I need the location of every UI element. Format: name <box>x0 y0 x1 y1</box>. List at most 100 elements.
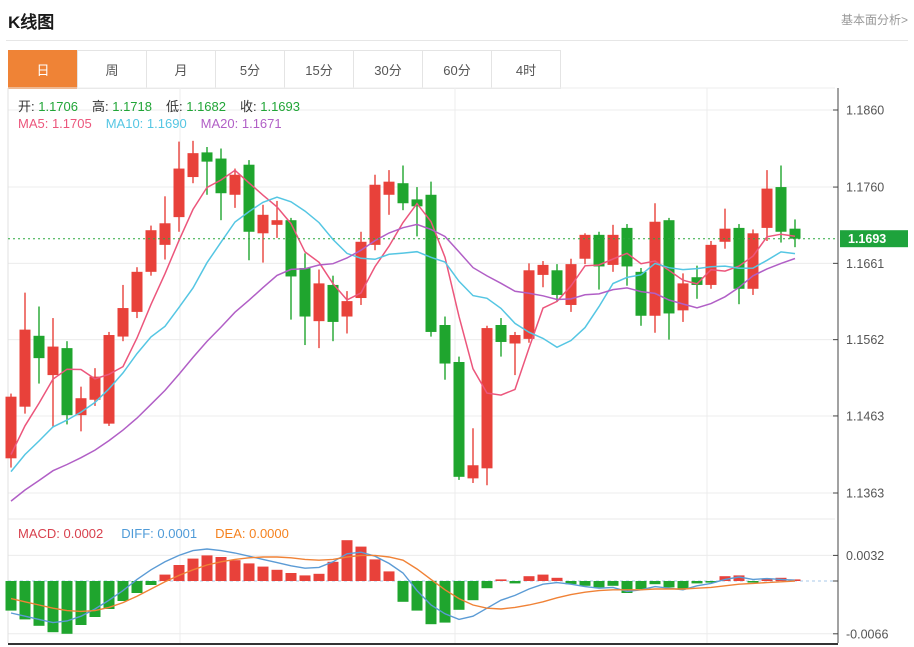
candle-body <box>482 328 493 468</box>
macd-bar <box>272 570 283 581</box>
current-price-badge-label: 1.1693 <box>848 232 886 246</box>
candle-body <box>62 348 73 415</box>
candle-body <box>524 270 535 339</box>
candle-body <box>286 220 297 276</box>
candle-body <box>146 230 157 272</box>
macd-bar <box>426 581 437 624</box>
macd-hist-group <box>6 540 801 634</box>
candle-body <box>636 272 647 316</box>
macd-bar <box>20 581 31 619</box>
macd-bar <box>398 581 409 602</box>
macd-bar <box>300 575 311 581</box>
axis-tick-label: 1.1562 <box>846 333 884 347</box>
macd-bar <box>370 559 381 581</box>
candle-body <box>762 189 773 228</box>
candle-body <box>552 270 563 295</box>
candle-body <box>258 215 269 233</box>
candle-body <box>20 330 31 407</box>
candle-body <box>776 187 787 232</box>
macd-bar <box>314 574 325 581</box>
ma5-line <box>11 170 795 454</box>
macd-bar <box>538 575 549 581</box>
candle-body <box>734 228 745 289</box>
candle-body <box>496 325 507 342</box>
candle-body <box>160 223 171 245</box>
candle-body <box>300 268 311 317</box>
macd-bar <box>328 562 339 581</box>
candle-body <box>650 222 661 316</box>
macd-bar <box>748 581 759 583</box>
candle-body <box>314 283 325 321</box>
ma20-line <box>11 224 795 501</box>
kline-app: K线图 基本面分析> 日周月5分15分30分60分4时 1.18601.1760… <box>0 0 914 647</box>
macd-bar <box>244 563 255 581</box>
candle-body <box>342 301 353 316</box>
candle-body <box>272 220 283 225</box>
macd-bar <box>174 565 185 581</box>
candle-body <box>622 228 633 267</box>
macd-bar <box>664 581 675 587</box>
candle-body <box>48 347 59 376</box>
macd-bar <box>258 567 269 581</box>
macd-bar <box>496 579 507 581</box>
candle-body <box>6 397 17 459</box>
candle-body <box>678 283 689 310</box>
axis-tick-label: 1.1463 <box>846 409 884 423</box>
candle-body <box>202 152 213 161</box>
candle-body <box>790 229 801 239</box>
candle-body <box>510 335 521 343</box>
macd-bar <box>230 560 241 581</box>
macd-bar <box>48 581 59 632</box>
macd-bar <box>636 581 647 589</box>
header-divider <box>6 40 908 41</box>
fundamental-analysis-link[interactable]: 基本面分析> <box>841 11 908 28</box>
candle-body <box>216 159 227 194</box>
candle-body <box>748 233 759 288</box>
macd-bar <box>146 581 157 585</box>
candle-body <box>174 169 185 218</box>
macd-bar <box>6 581 17 611</box>
candle-body <box>370 185 381 245</box>
candle-body <box>426 195 437 332</box>
axis-tick-label: -0.0066 <box>846 627 888 641</box>
axis-tick-label: 1.1860 <box>846 104 884 118</box>
macd-bar <box>62 581 73 634</box>
macd-bar <box>608 581 619 586</box>
grid-layer <box>8 88 835 643</box>
candle-body <box>594 235 605 267</box>
axis-tick-label: 1.1760 <box>846 181 884 195</box>
macd-bar <box>650 581 661 584</box>
macd-bar <box>342 540 353 581</box>
candle-body <box>720 229 731 242</box>
macd-bar <box>552 578 563 581</box>
candle-body <box>90 377 101 400</box>
axis-tick-label: 1.1363 <box>846 487 884 501</box>
candle-body <box>230 175 241 195</box>
macd-bar <box>594 581 605 587</box>
candle-body <box>384 182 395 195</box>
macd-bar <box>524 576 535 581</box>
kline-chart[interactable]: 1.1860 1.1760 1.1693 1.1661 1.1562 1.1463 1.13… <box>0 83 914 647</box>
candle-body <box>468 465 479 478</box>
axis-tick-label: 1.1661 <box>846 257 884 271</box>
macd-bar <box>482 581 493 588</box>
candle-body <box>706 245 717 285</box>
macd-bar <box>286 573 297 581</box>
page-title: K线图 <box>8 8 54 33</box>
candle-body <box>538 265 549 275</box>
candle-body <box>118 308 129 337</box>
macd-bar <box>468 581 479 600</box>
macd-bar <box>76 581 87 625</box>
macd-bar <box>580 581 591 586</box>
macd-bar <box>692 581 703 583</box>
macd-bar <box>384 571 395 581</box>
candle-body <box>188 153 199 177</box>
candle-body <box>454 362 465 477</box>
candle-body <box>132 272 143 312</box>
candle-body <box>34 336 45 358</box>
macd-bar <box>510 581 521 583</box>
axis-tick-label: 0.0032 <box>846 549 884 563</box>
macd-bar <box>104 581 115 609</box>
candle-body <box>328 285 339 322</box>
candle-body <box>244 165 255 232</box>
